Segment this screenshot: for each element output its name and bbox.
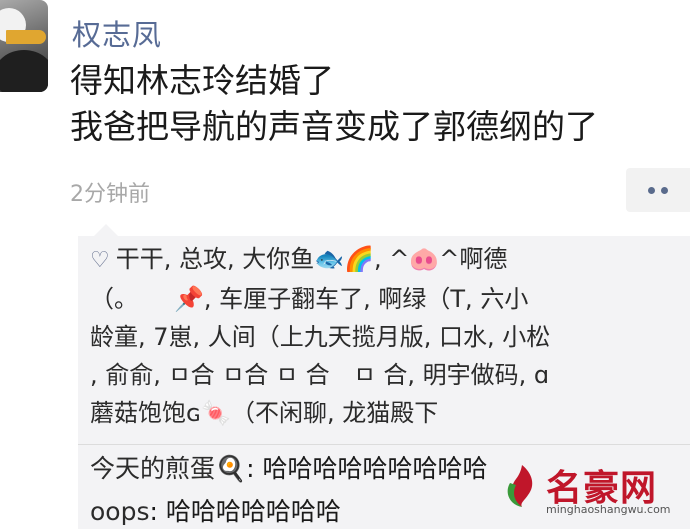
post-time: 2分钟前: [70, 182, 150, 207]
site-logo-icon: [507, 465, 533, 507]
heart-icon: ♡: [90, 248, 110, 273]
likes-line[interactable]: , 俞俞, ㅁ合 ㅁ合 ㅁ 合 ㅁ 合, 明宇做码, ɑ: [90, 356, 690, 394]
post-line-2: 我爸把导航的声音变成了郭德纲的了: [70, 107, 598, 146]
comment-item[interactable]: 今天的煎蛋🍳: 哈哈哈哈哈哈哈哈哈: [90, 451, 488, 487]
author-name[interactable]: 权志凤: [72, 12, 162, 54]
site-watermark: 名豪网 minghaoshangwu.com: [502, 459, 678, 521]
panel-arrow: [94, 224, 118, 236]
likes-line[interactable]: 龄童, 7崽, 人间（上九天揽月版, 口水, 小松: [90, 318, 690, 356]
comment-text: 哈哈哈哈哈哈哈哈哈: [262, 454, 488, 483]
likes-line: ♡ 干干, 总攻, 大你鱼🐟🌈, ^🐽^啊德: [90, 240, 690, 280]
divider: [78, 444, 690, 445]
dot-icon: [661, 186, 668, 194]
avatar-bird-body: [0, 50, 48, 92]
comment-item[interactable]: oops: 哈哈哈哈哈哈哈: [90, 494, 341, 530]
likes-line[interactable]: 蘑菇饱饱ɢ🍬（不闲聊, 龙猫殿下: [90, 394, 690, 432]
likes-line[interactable]: （。 📌, 车厘子翻车了, 啊绿（T, 六小: [90, 280, 690, 318]
post-line-1: 得知林志玲结婚了: [70, 61, 334, 100]
avatar[interactable]: [0, 0, 48, 92]
post-text: 得知林志玲结婚了 我爸把导航的声音变成了郭德纲的了: [70, 58, 598, 150]
likes-list: ♡ 干干, 总攻, 大你鱼🐟🌈, ^🐽^啊德 （。 📌, 车厘子翻车了, 啊绿（T…: [90, 240, 690, 432]
comment-author[interactable]: oops: [90, 497, 150, 526]
likes-line-text[interactable]: 干干, 总攻, 大你鱼🐟🌈, ^🐽^啊德: [116, 245, 508, 273]
avatar-bird-beak: [6, 30, 46, 44]
dot-icon: [648, 186, 655, 194]
comment-text: 哈哈哈哈哈哈哈: [165, 497, 341, 526]
watermark-url: minghaoshangwu.com: [546, 503, 671, 516]
more-actions-button[interactable]: [626, 168, 690, 212]
comment-author[interactable]: 今天的煎蛋🍳: [90, 454, 246, 483]
